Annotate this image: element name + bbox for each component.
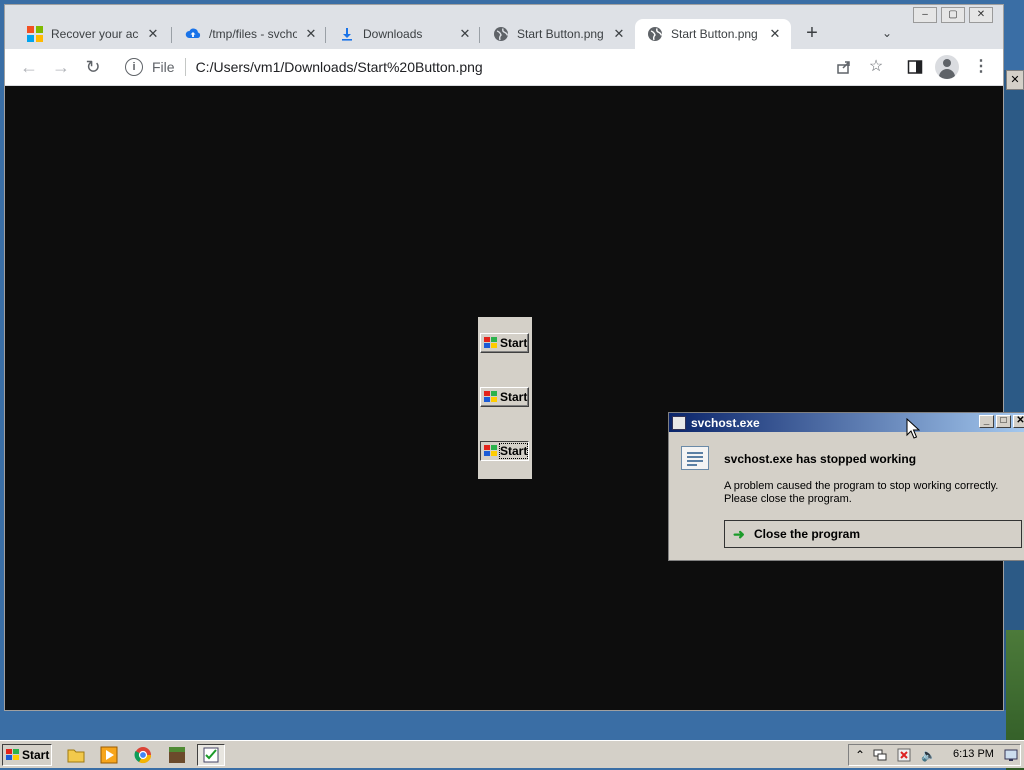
program-window-icon: [681, 446, 709, 470]
start-label: Start: [498, 443, 529, 459]
image-viewport: Start Start Start: [6, 86, 1002, 710]
error-dialog: svchost.exe _ □ ✕ svchost.exe has stoppe…: [668, 412, 1024, 561]
tab-search-button[interactable]: ⌄: [877, 23, 897, 43]
info-icon[interactable]: i: [125, 58, 143, 76]
dialog-minimize-button[interactable]: _: [979, 415, 994, 428]
system-tray: ⌃ 🔈 6:13 PM: [848, 744, 1021, 766]
tab-downloads[interactable]: Downloads ✕: [327, 19, 481, 49]
message-line: A problem caused the program to stop wor…: [724, 480, 999, 492]
app-icon: [672, 415, 686, 430]
start-button-image-hover: Start: [480, 387, 529, 407]
side-panel-icon[interactable]: [903, 55, 927, 79]
profile-avatar-icon[interactable]: [935, 55, 959, 79]
minecraft-icon[interactable]: [168, 746, 186, 764]
task-icon[interactable]: [197, 744, 225, 766]
tab-title: Start Button.png (: [517, 27, 605, 41]
dialog-body: svchost.exe has stopped working A proble…: [669, 432, 1024, 560]
close-icon[interactable]: ✕: [145, 26, 161, 42]
volume-icon[interactable]: 🔈: [921, 748, 936, 762]
dialog-message: A problem caused the program to stop wor…: [724, 480, 998, 506]
toolbar: ← → ↻ i File C:/Users/vm1/Downloads/Star…: [5, 49, 1003, 86]
window-controls: – ▢ ✕: [909, 7, 993, 23]
tab-title: /tmp/files - svcho: [209, 27, 297, 41]
windows-flag-icon: [484, 445, 498, 457]
dialog-title: svchost.exe: [691, 415, 760, 430]
bookmark-star-icon[interactable]: ☆: [864, 55, 888, 79]
dialog-close-button[interactable]: ✕: [1013, 415, 1024, 428]
scheme-label: File: [152, 59, 175, 75]
cloud-upload-icon: [185, 26, 201, 42]
desktop-background: ✕: [1004, 70, 1024, 770]
start-button[interactable]: Start: [2, 744, 52, 766]
tab-strip: – ▢ ✕ Recover your acco ✕ /tmp/files - s…: [5, 5, 1003, 49]
browser-window: – ▢ ✕ Recover your acco ✕ /tmp/files - s…: [4, 4, 1004, 711]
folder-icon[interactable]: [67, 746, 85, 764]
windows-flag-icon: [6, 749, 20, 761]
close-program-label: Close the program: [754, 527, 861, 541]
windows-flag-icon: [484, 337, 498, 349]
minimize-button[interactable]: –: [913, 7, 937, 23]
start-label: Start: [22, 748, 50, 762]
back-button[interactable]: ←: [17, 55, 41, 79]
close-icon[interactable]: ✕: [457, 26, 473, 42]
windows-flag-icon: [484, 391, 498, 403]
dialog-maximize-button[interactable]: □: [996, 415, 1011, 428]
start-button-image-pressed: Start: [480, 441, 529, 461]
tab-tmp-files[interactable]: /tmp/files - svcho ✕: [173, 19, 327, 49]
tab-title: Recover your acco: [51, 27, 139, 41]
message-line: Please close the program.: [724, 493, 852, 505]
close-icon[interactable]: ✕: [611, 26, 627, 42]
tab-title: Downloads: [363, 27, 423, 41]
close-window-button[interactable]: ✕: [969, 7, 993, 23]
address-bar[interactable]: i File C:/Users/vm1/Downloads/Start%20Bu…: [115, 53, 835, 81]
media-player-icon[interactable]: [100, 746, 118, 764]
network-icon[interactable]: [873, 748, 887, 762]
forward-button[interactable]: →: [49, 55, 73, 79]
background-window-close-icon[interactable]: ✕: [1006, 70, 1024, 90]
start-button-image-normal: Start: [480, 333, 529, 353]
tab-title: Start Button.png (: [671, 27, 761, 41]
show-hidden-icons-icon[interactable]: ⌃: [853, 748, 867, 762]
tab-recover-account[interactable]: Recover your acco ✕: [15, 19, 169, 49]
tab-start-button-active[interactable]: Start Button.png ( ✕: [635, 19, 791, 49]
green-arrow-icon: ➜: [733, 526, 745, 542]
start-label: Start: [500, 336, 528, 350]
displayed-image: Start Start Start: [478, 317, 532, 479]
download-icon: [339, 26, 355, 42]
close-icon[interactable]: ✕: [767, 26, 783, 42]
new-tab-button[interactable]: +: [800, 21, 824, 45]
close-program-button[interactable]: ➜ Close the program: [724, 520, 1022, 548]
globe-icon: [647, 26, 663, 42]
dialog-heading: svchost.exe has stopped working: [724, 452, 917, 466]
globe-icon: [493, 26, 509, 42]
clock[interactable]: 6:13 PM: [953, 748, 994, 760]
menu-kebab-icon[interactable]: ⋮: [969, 55, 993, 79]
microsoft-icon: [27, 26, 43, 42]
chrome-icon[interactable]: [134, 746, 152, 764]
reload-button[interactable]: ↻: [81, 55, 105, 79]
security-alert-icon[interactable]: [897, 748, 911, 762]
url-text[interactable]: C:/Users/vm1/Downloads/Start%20Button.pn…: [196, 59, 483, 75]
maximize-button[interactable]: ▢: [941, 7, 965, 23]
show-desktop-icon[interactable]: [1004, 748, 1018, 762]
taskbar: Start ⌃ 🔈 6:13 PM: [0, 740, 1024, 768]
close-icon[interactable]: ✕: [303, 26, 319, 42]
start-label: Start: [500, 390, 528, 404]
dialog-titlebar[interactable]: svchost.exe _ □ ✕: [669, 413, 1024, 432]
tab-start-button-1[interactable]: Start Button.png ( ✕: [481, 19, 635, 49]
share-icon[interactable]: [832, 55, 856, 79]
